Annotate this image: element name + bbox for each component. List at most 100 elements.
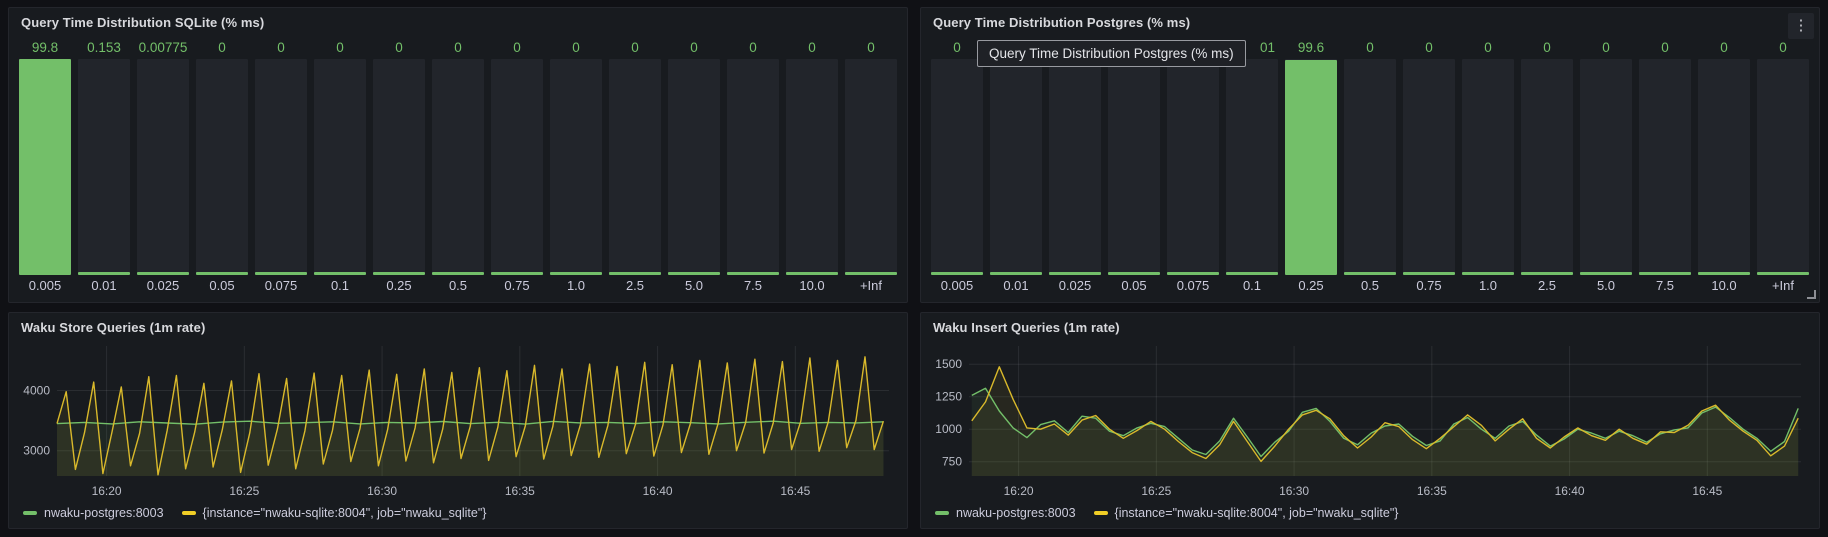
bar-track [550, 59, 602, 275]
bar-fill [19, 59, 71, 275]
bar-bucket-label: 0.5 [1344, 275, 1396, 296]
bar-column[interactable]: 00.5 [432, 37, 484, 296]
bar-bucket-label: 0.025 [137, 275, 189, 296]
bar-column[interactable]: 00.5 [1344, 37, 1396, 296]
legend-series-label: {instance="nwaku-sqlite:8004", job="nwak… [203, 506, 487, 520]
legend-item[interactable]: {instance="nwaku-sqlite:8004", job="nwak… [1094, 506, 1399, 520]
bar-column[interactable]: 00.005 [931, 37, 983, 296]
bar-column[interactable]: 02.5 [609, 37, 661, 296]
bar-bucket-label: 7.5 [727, 275, 779, 296]
bar-value: 0 [373, 37, 425, 59]
bar-value: 0 [1403, 37, 1455, 59]
bar-column[interactable]: 07.5 [727, 37, 779, 296]
y-tick-label: 3000 [23, 444, 50, 458]
panel-header: Query Time Distribution Postgres (% ms) [921, 8, 1819, 33]
bar-column[interactable]: 00.1 [314, 37, 366, 296]
bar-column[interactable]: 010.0 [786, 37, 838, 296]
bar-column[interactable]: 0.05 [1108, 37, 1160, 296]
panel-title[interactable]: Query Time Distribution SQLite (% ms) [21, 15, 264, 30]
legend-item[interactable]: nwaku-postgres:8003 [935, 506, 1076, 520]
bar-track [1403, 59, 1455, 275]
legend-series-marker [1094, 511, 1108, 515]
panel-header: Waku Store Queries (1m rate) [9, 313, 907, 338]
bar-column[interactable]: 0.025 [1049, 37, 1101, 296]
bar-value: 0 [609, 37, 661, 59]
bar-value: 0 [550, 37, 602, 59]
bar-column[interactable]: 010.1 [1226, 37, 1278, 296]
bar-column[interactable]: 07.5 [1639, 37, 1691, 296]
bar-column[interactable]: 99.80.005 [19, 37, 71, 296]
bar-column[interactable]: 01.0 [1462, 37, 1514, 296]
bar-track [1344, 59, 1396, 275]
bar-value: 0 [255, 37, 307, 59]
bar-bucket-label: 5.0 [1580, 275, 1632, 296]
bar-column[interactable]: 0.007750.025 [137, 37, 189, 296]
bar-column[interactable]: 0+Inf [845, 37, 897, 296]
bar-column[interactable]: 00.75 [1403, 37, 1455, 296]
bar-column[interactable]: 010.0 [1698, 37, 1750, 296]
panel-query-time-sqlite: Query Time Distribution SQLite (% ms) 99… [8, 7, 908, 303]
bar-column[interactable]: 00.05 [196, 37, 248, 296]
legend-series-marker [182, 511, 196, 515]
bar-column[interactable]: 99.60.25 [1285, 37, 1337, 296]
x-tick-label: 16:45 [1692, 484, 1722, 498]
panel-header: Query Time Distribution SQLite (% ms) [9, 8, 907, 33]
panel-waku-store-queries: Waku Store Queries (1m rate) 16:2016:251… [8, 312, 908, 529]
y-tick-label: 4000 [23, 384, 50, 398]
panel-resize-handle[interactable] [1807, 290, 1816, 299]
bar-track [931, 59, 983, 275]
y-tick-label: 750 [942, 455, 962, 469]
bar-column[interactable]: 02.5 [1521, 37, 1573, 296]
bar-track [1462, 59, 1514, 275]
bar-bucket-label: 10.0 [1698, 275, 1750, 296]
bar-column[interactable]: 0+Inf [1757, 37, 1809, 296]
bar-bucket-label: 2.5 [609, 275, 661, 296]
bar-column[interactable]: 05.0 [668, 37, 720, 296]
bar-track [314, 59, 366, 275]
legend-series-label: nwaku-postgres:8003 [44, 506, 164, 520]
bar-bucket-label: 0.1 [1226, 275, 1278, 296]
bar-track [845, 59, 897, 275]
bar-column[interactable]: 0.1530.01 [78, 37, 130, 296]
bar-bucket-label: 0.1 [314, 275, 366, 296]
panel-menu-button[interactable]: ⋮ [1788, 13, 1814, 39]
bar-value: 0 [1698, 37, 1750, 59]
bar-column[interactable]: 01.0 [550, 37, 602, 296]
bar-column[interactable]: 0.075 [1167, 37, 1219, 296]
bar-value: 0 [931, 37, 983, 59]
bar-track [1698, 59, 1750, 275]
bar-column[interactable]: 00.25 [373, 37, 425, 296]
bar-bucket-label: 0.025 [1049, 275, 1101, 296]
bar-value: 0 [845, 37, 897, 59]
bar-column[interactable]: 05.0 [1580, 37, 1632, 296]
bar-column[interactable]: 00.075 [255, 37, 307, 296]
grafana-dashboard: Query Time Distribution SQLite (% ms) 99… [0, 0, 1828, 537]
bar-track [255, 59, 307, 275]
panel-title[interactable]: Query Time Distribution Postgres (% ms) [933, 15, 1190, 30]
bar-column[interactable]: 0.01 [990, 37, 1042, 296]
bar-bucket-label: 0.5 [432, 275, 484, 296]
legend-series-label: {instance="nwaku-sqlite:8004", job="nwak… [1115, 506, 1399, 520]
bar-fill [1285, 60, 1337, 275]
bar-value: 0 [1521, 37, 1573, 59]
bar-bucket-label: 2.5 [1521, 275, 1573, 296]
bar-track [668, 59, 720, 275]
bar-value: 0 [196, 37, 248, 59]
bar-track [990, 59, 1042, 275]
panel-title[interactable]: Waku Store Queries (1m rate) [21, 320, 205, 335]
bar-track [432, 59, 484, 275]
legend-item[interactable]: nwaku-postgres:8003 [23, 506, 164, 520]
bar-bucket-label: 0.075 [1167, 275, 1219, 296]
legend-item[interactable]: {instance="nwaku-sqlite:8004", job="nwak… [182, 506, 487, 520]
bar-track [1167, 59, 1219, 275]
x-tick-label: 16:20 [92, 484, 122, 498]
bar-value: 99.8 [19, 37, 71, 59]
bar-value: 0 [1757, 37, 1809, 59]
bar-track [1580, 59, 1632, 275]
panel-title[interactable]: Waku Insert Queries (1m rate) [933, 320, 1120, 335]
bar-column[interactable]: 00.75 [491, 37, 543, 296]
x-tick-label: 16:45 [780, 484, 810, 498]
bar-bucket-label: 10.0 [786, 275, 838, 296]
bar-track [1639, 59, 1691, 275]
bar-track [1049, 59, 1101, 275]
